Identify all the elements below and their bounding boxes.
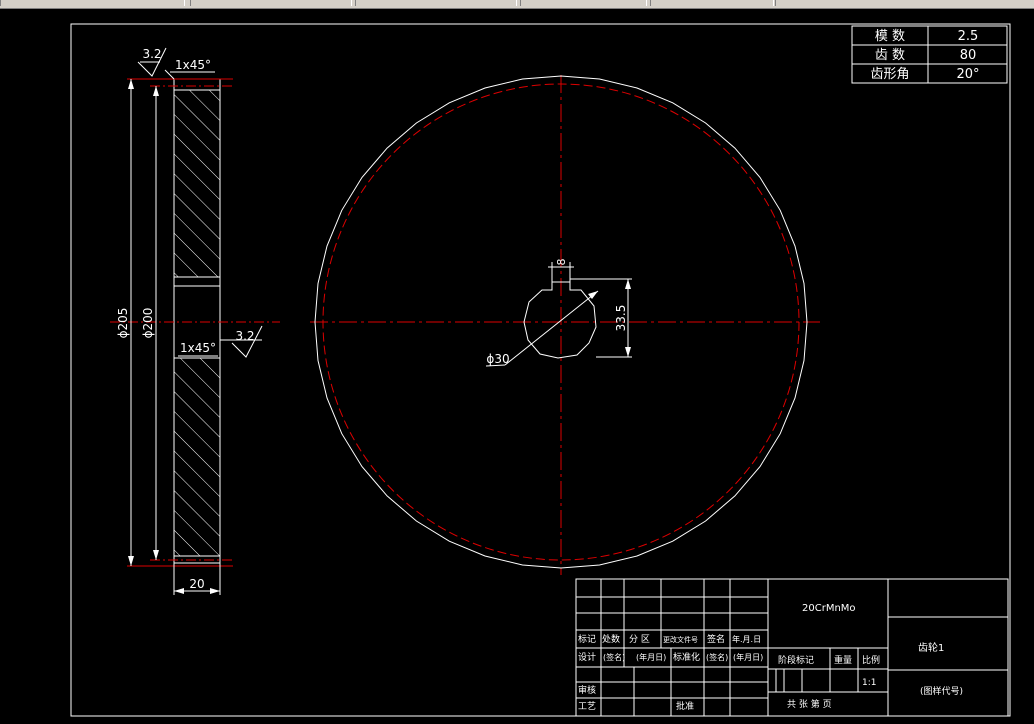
approve: 批准 xyxy=(676,700,694,712)
teeth-value: 80 xyxy=(960,48,977,63)
bore-diameter-dim: ϕ30 xyxy=(486,352,509,366)
bore-with-keyway xyxy=(523,281,597,359)
rev-count: 处数 xyxy=(602,633,620,645)
weight: 重量 xyxy=(834,654,852,666)
key-depth-dim: 33.5 xyxy=(614,305,628,332)
design-sign: (签名) xyxy=(603,652,625,662)
upper-hatched-section xyxy=(173,89,221,278)
rev-sign: 签名 xyxy=(707,633,725,645)
teeth-label: 齿 数 xyxy=(875,48,905,63)
outer-diameter-dim: ϕ205 xyxy=(116,308,130,339)
rev-mark: 标记 xyxy=(578,633,596,645)
roughness-top: 3.2 xyxy=(142,47,161,61)
gear-parameter-table: 模 数 2.5 齿 数 80 齿形角 20° xyxy=(851,25,1008,84)
review: 审核 xyxy=(578,684,596,696)
design-date: (年月日) xyxy=(636,652,666,662)
front-view: 8 33.5 ϕ30 xyxy=(310,75,820,575)
roughness-right: 3.2 xyxy=(235,329,254,343)
sheet-count: 共 张 第 页 xyxy=(787,698,832,710)
drawing-canvas[interactable]: 模 数 2.5 齿 数 80 齿形角 20° ϕ205 ϕ200 20 3.2 … xyxy=(0,0,1034,724)
module-label: 模 数 xyxy=(875,29,905,44)
lower-hatched-section xyxy=(173,357,221,557)
material: 20CrMnMo xyxy=(802,603,856,614)
rev-date: 年.月.日 xyxy=(732,634,761,644)
scale-label: 比例 xyxy=(862,654,880,666)
rev-doc: 更改文件号 xyxy=(663,635,698,644)
process: 工艺 xyxy=(578,701,596,712)
std-sign: (签名) xyxy=(706,652,728,662)
std-date: (年月日) xyxy=(733,652,763,662)
part-name: 齿轮1 xyxy=(918,641,944,654)
pressure-angle-value: 20° xyxy=(956,67,979,82)
side-section-view: ϕ205 ϕ200 20 3.2 1x45° 3.2 1x45° xyxy=(110,47,280,595)
standard: 标准化 xyxy=(673,651,700,663)
design: 设计 xyxy=(578,651,596,663)
rev-zone: 分 区 xyxy=(629,634,650,645)
title-block-text: 20CrMnMo 齿轮1 (图样代号) 标记 处数 分 区 更改文件号 签名 年… xyxy=(578,603,963,712)
scale-value: 1:1 xyxy=(862,678,876,688)
chamfer-top: 1x45° xyxy=(175,58,211,72)
key-width-dim: 8 xyxy=(555,259,568,266)
stage-mark: 阶段标记 xyxy=(778,654,814,666)
chamfer-bottom: 1x45° xyxy=(180,341,216,355)
pitch-diameter-dim: ϕ200 xyxy=(141,308,155,339)
pressure-angle-label: 齿形角 xyxy=(870,67,909,82)
module-value: 2.5 xyxy=(958,29,979,44)
drawing-code: (图样代号) xyxy=(920,685,963,697)
width-dim: 20 xyxy=(189,577,204,591)
